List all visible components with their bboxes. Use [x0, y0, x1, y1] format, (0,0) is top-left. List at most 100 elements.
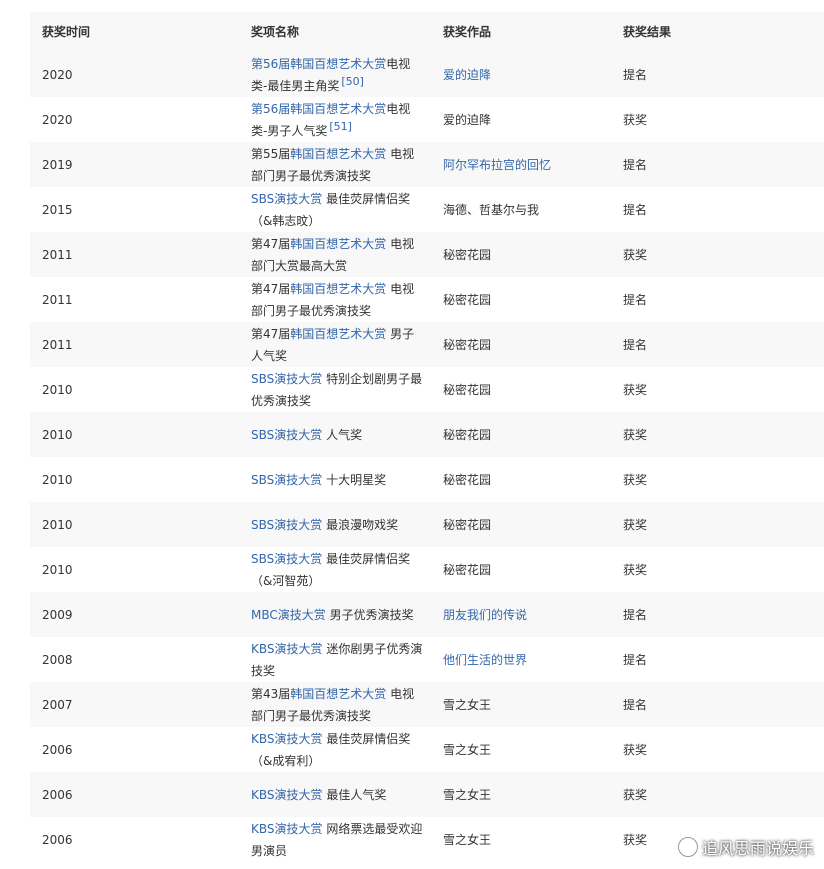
award-link[interactable]: MBC演技大赏 [251, 608, 326, 622]
award-cell: SBS演技大赏 最浪漫吻戏奖 [239, 514, 431, 536]
work-cell: 雪之女王 [443, 787, 492, 802]
work-cell: 爱的迫降 [443, 112, 492, 127]
award-link[interactable]: KBS演技大赏 [251, 788, 323, 802]
work-cell: 海德、哲基尔与我 [443, 202, 540, 217]
table-row: 2008 KBS演技大赏 迷你剧男子优秀演技奖 他们生活的世界 提名 [30, 637, 824, 682]
table-row: 2009 MBC演技大赏 男子优秀演技奖 朋友我们的传说 提名 [30, 592, 824, 637]
award-name: 男子优秀演技奖 [325, 607, 414, 622]
award-name: 最佳人气奖 [322, 787, 387, 802]
table-row: 2020 第56届韩国百想艺术大赏电视类-男子人气奖 [51] 爱的迫降 获奖 [30, 97, 824, 142]
year-cell: 2010 [42, 472, 73, 487]
reference-link[interactable]: [51] [329, 120, 352, 133]
result-cell: 提名 [623, 607, 648, 622]
result-cell: 获奖 [623, 472, 648, 487]
header-award: 奖项名称 [251, 25, 300, 39]
award-cell: KBS演技大赏 最佳人气奖 [239, 784, 431, 806]
result-cell: 获奖 [623, 247, 648, 262]
award-link[interactable]: KBS演技大赏 [251, 642, 323, 656]
award-prefix: 第55届 [251, 146, 291, 161]
award-link[interactable]: 韩国百想艺术大赏 [290, 282, 386, 296]
award-cell: SBS演技大赏 人气奖 [239, 424, 431, 446]
year-cell: 2010 [42, 517, 73, 532]
work-link[interactable]: 阿尔罕布拉宫的回忆 [431, 154, 611, 176]
year-cell: 2007 [42, 697, 73, 712]
result-cell: 获奖 [623, 427, 648, 442]
work-link[interactable]: 朋友我们的传说 [431, 604, 611, 626]
result-cell: 提名 [623, 202, 648, 217]
year-cell: 2009 [42, 607, 73, 622]
award-link[interactable]: 韩国百想艺术大赏 [290, 327, 386, 341]
header-year: 获奖时间 [42, 25, 91, 39]
award-prefix: 第43届 [251, 686, 291, 701]
award-link[interactable]: 第56届韩国百想艺术大赏 [251, 102, 386, 116]
work-link[interactable]: 爱的迫降 [431, 64, 611, 86]
work-cell: 雪之女王 [443, 742, 492, 757]
year-cell: 2015 [42, 202, 73, 217]
table-row: 2007 第43届韩国百想艺术大赏 电视部门男子最优秀演技奖 雪之女王 提名 [30, 682, 824, 727]
table-row: 2011 第47届韩国百想艺术大赏 电视部门大赏最高大赏 秘密花园 获奖 [30, 232, 824, 277]
awards-table: 获奖时间 奖项名称 获奖作品 获奖结果 2020 第56届韩国百想艺术大赏电视类-… [30, 12, 824, 862]
table-row: 2006 KBS演技大赏 最佳人气奖 雪之女王 获奖 [30, 772, 824, 817]
award-cell: KBS演技大赏 迷你剧男子优秀演技奖 [239, 638, 431, 682]
table-row: 2010 SBS演技大赏 人气奖 秘密花园 获奖 [30, 412, 824, 457]
year-cell: 2020 [42, 67, 73, 82]
award-cell: 第47届韩国百想艺术大赏 电视部门大赏最高大赏 [239, 233, 431, 277]
result-cell: 提名 [623, 292, 648, 307]
year-cell: 2011 [42, 292, 73, 307]
table-row: 2010 SBS演技大赏 十大明星奖 秘密花园 获奖 [30, 457, 824, 502]
result-cell: 获奖 [623, 517, 648, 532]
award-cell: SBS演技大赏 十大明星奖 [239, 469, 431, 491]
award-link[interactable]: 韩国百想艺术大赏 [290, 687, 386, 701]
award-prefix: 第47届 [251, 326, 291, 341]
award-cell: 第55届韩国百想艺术大赏 电视部门男子最优秀演技奖 [239, 143, 431, 187]
work-cell: 秘密花园 [443, 382, 492, 397]
award-link[interactable]: 第56届韩国百想艺术大赏 [251, 57, 386, 71]
award-link[interactable]: SBS演技大赏 [251, 372, 322, 386]
work-cell: 雪之女王 [443, 832, 492, 847]
result-cell: 提名 [623, 652, 648, 667]
table-row: 2006 KBS演技大赏 最佳荧屏情侣奖（&成宥利） 雪之女王 获奖 [30, 727, 824, 772]
award-cell: SBS演技大赏 特别企划剧男子最优秀演技奖 [239, 368, 431, 412]
header-work: 获奖作品 [443, 25, 492, 39]
award-cell: 第47届韩国百想艺术大赏 电视部门男子最优秀演技奖 [239, 278, 431, 322]
work-cell: 秘密花园 [443, 247, 492, 262]
award-cell: 第43届韩国百想艺术大赏 电视部门男子最优秀演技奖 [239, 683, 431, 727]
header-result: 获奖结果 [623, 25, 672, 39]
award-name: 人气奖 [322, 427, 363, 442]
table-row: 2010 SBS演技大赏 特别企划剧男子最优秀演技奖 秘密花园 获奖 [30, 367, 824, 412]
reference-link[interactable]: [50] [341, 75, 364, 88]
work-cell: 秘密花园 [443, 517, 492, 532]
work-cell: 秘密花园 [443, 472, 492, 487]
table-row: 2011 第47届韩国百想艺术大赏 男子人气奖 秘密花园 提名 [30, 322, 824, 367]
award-link[interactable]: KBS演技大赏 [251, 732, 323, 746]
watermark-text: 追风思雨说娱乐 [701, 839, 814, 858]
table-header-row: 获奖时间 奖项名称 获奖作品 获奖结果 [30, 12, 824, 52]
result-cell: 获奖 [623, 742, 648, 757]
year-cell: 2010 [42, 562, 73, 577]
result-cell: 提名 [623, 157, 648, 172]
table-row: 2019 第55届韩国百想艺术大赏 电视部门男子最优秀演技奖 阿尔罕布拉宫的回忆 提名 [30, 142, 824, 187]
work-link[interactable]: 他们生活的世界 [431, 649, 611, 671]
award-link[interactable]: SBS演技大赏 [251, 192, 322, 206]
table-row: 2010 SBS演技大赏 最浪漫吻戏奖 秘密花园 获奖 [30, 502, 824, 547]
table-row: 2015 SBS演技大赏 最佳荧屏情侣奖（&韩志旼） 海德、哲基尔与我 提名 [30, 187, 824, 232]
year-cell: 2010 [42, 427, 73, 442]
table-row: 2011 第47届韩国百想艺术大赏 电视部门男子最优秀演技奖 秘密花园 提名 [30, 277, 824, 322]
award-link[interactable]: 韩国百想艺术大赏 [290, 237, 386, 251]
work-cell: 秘密花园 [443, 292, 492, 307]
award-prefix: 第47届 [251, 281, 291, 296]
watermark-logo-icon [677, 837, 698, 857]
award-link[interactable]: SBS演技大赏 [251, 552, 322, 566]
result-cell: 获奖 [623, 382, 648, 397]
result-cell: 提名 [623, 697, 648, 712]
award-link[interactable]: SBS演技大赏 [251, 518, 322, 532]
watermark: 追风思雨说娱乐 [677, 835, 814, 859]
award-link[interactable]: KBS演技大赏 [251, 822, 323, 836]
result-cell: 提名 [623, 67, 648, 82]
year-cell: 2010 [42, 382, 73, 397]
award-link[interactable]: SBS演技大赏 [251, 428, 322, 442]
award-link[interactable]: SBS演技大赏 [251, 473, 322, 487]
award-link[interactable]: 韩国百想艺术大赏 [290, 147, 386, 161]
award-cell: KBS演技大赏 网络票选最受欢迎男演员 [239, 818, 431, 862]
year-cell: 2008 [42, 652, 73, 667]
